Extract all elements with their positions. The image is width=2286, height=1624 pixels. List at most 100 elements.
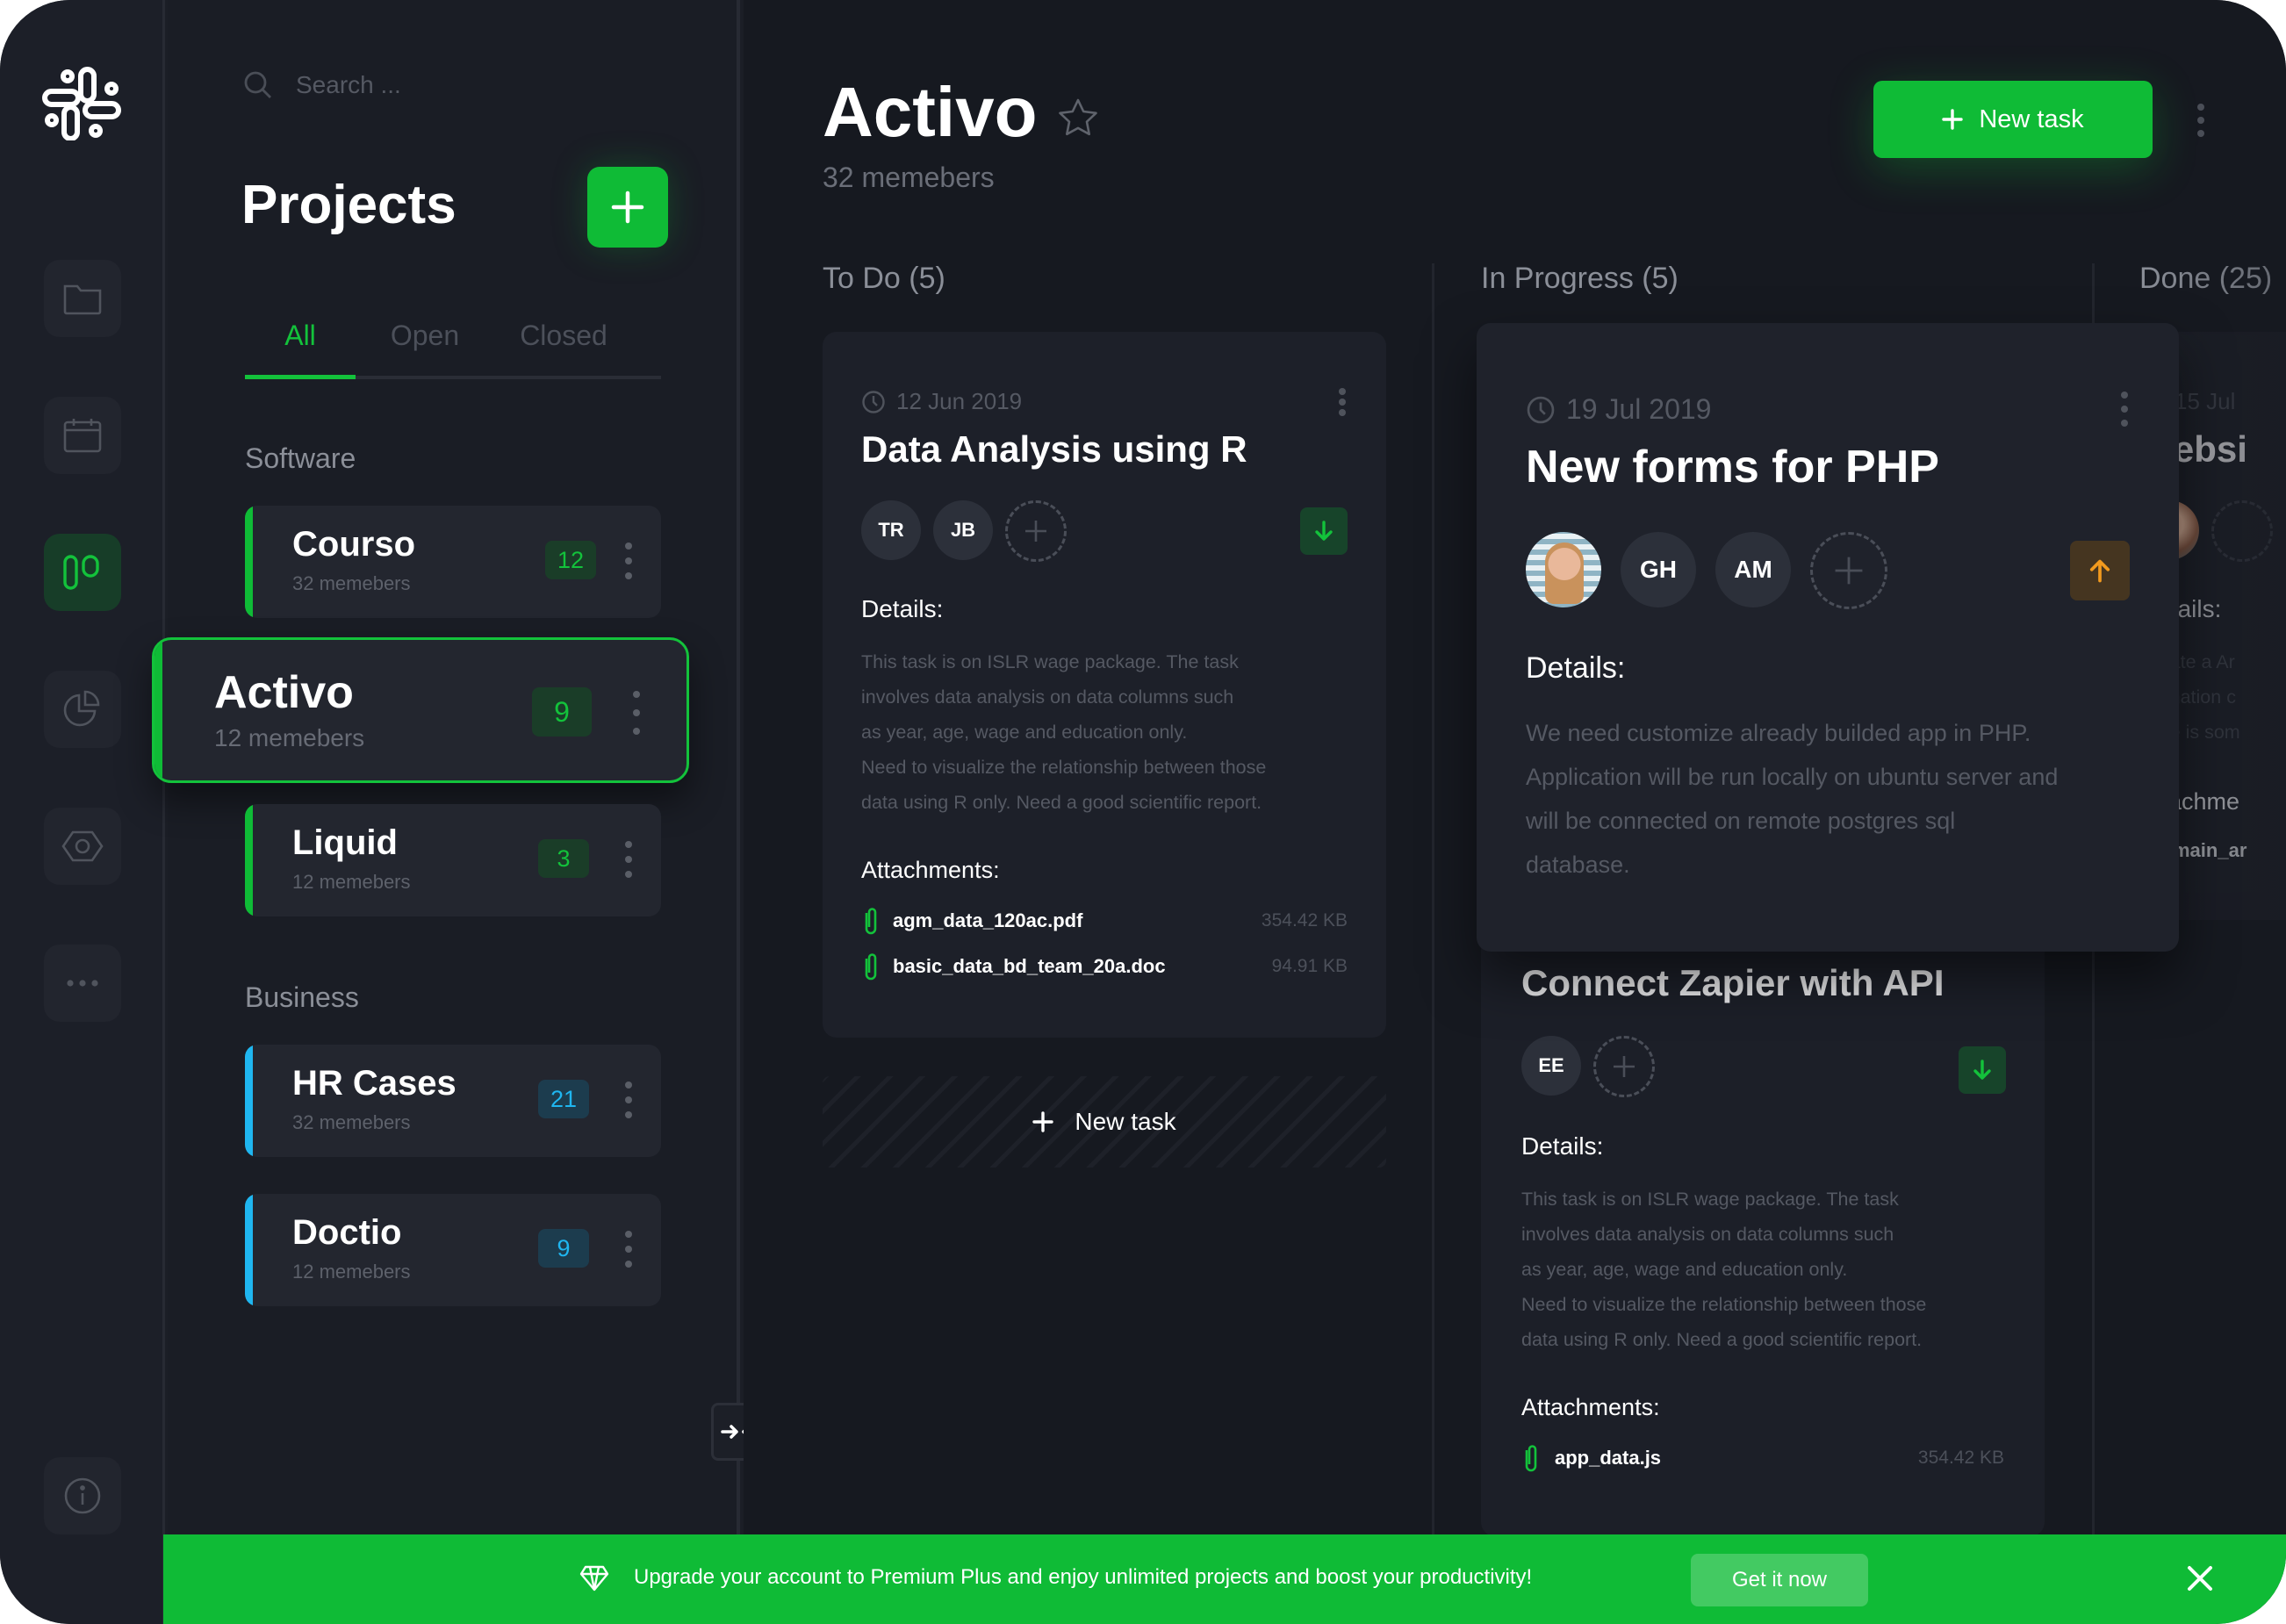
project-menu-button[interactable] [632, 691, 641, 735]
project-name: HR Cases [292, 1064, 456, 1103]
attachment-size: 354.42 KB [1261, 910, 1348, 931]
attachment-name[interactable]: main_ar [2173, 839, 2246, 862]
priority-low-badge[interactable] [1959, 1046, 2006, 1094]
board-menu-button[interactable] [2197, 104, 2206, 137]
search-input[interactable] [296, 71, 559, 99]
task-assignees: EE [1521, 1036, 1655, 1097]
paperclip-icon [865, 953, 877, 981]
search-bar [241, 68, 559, 102]
attachment-size: 94.91 KB [1271, 956, 1348, 976]
column-header-done: Done (25) [2139, 262, 2273, 295]
project-color-bar [245, 804, 253, 916]
project-color-bar [245, 1045, 253, 1157]
task-card-dragging[interactable]: 19 Jul 2019 New forms for PHP GH AM Deta… [1477, 323, 2179, 952]
project-count-badge: 21 [537, 1080, 589, 1118]
project-menu-button[interactable] [624, 543, 633, 579]
plus-icon [611, 190, 644, 224]
priority-high-badge[interactable] [2070, 541, 2130, 600]
add-assignee-button[interactable] [1810, 532, 1887, 609]
project-count-badge: 9 [538, 1229, 589, 1268]
add-assignee-button[interactable] [1593, 1036, 1655, 1097]
project-item-activo[interactable]: Activo 12 memebers 9 [152, 637, 689, 783]
tab-open[interactable]: Open [356, 313, 494, 376]
column-header-in-progress: In Progress (5) [1481, 262, 1679, 295]
project-menu-button[interactable] [624, 1081, 633, 1118]
rail-settings-button[interactable] [44, 808, 121, 885]
group-label-software: Software [245, 442, 356, 474]
avatar[interactable]: TR [861, 500, 921, 560]
attachment-name[interactable]: app_data.js [1555, 1447, 1661, 1470]
attachment-name[interactable]: basic_data_bd_team_20a.doc [893, 955, 1166, 978]
details-label: Details: [861, 595, 944, 622]
project-item-hr-cases[interactable]: HR Cases 32 memebers 21 [245, 1045, 661, 1157]
project-item-courso[interactable]: Courso 32 memebers 12 [245, 506, 661, 618]
task-description: This task is on ISLR wage package. The t… [1521, 1189, 1927, 1350]
tab-all[interactable]: All [245, 313, 356, 379]
attachment-item: app_data.js 354.42 KB [1521, 1443, 2004, 1473]
avatar[interactable]: AM [1715, 532, 1791, 607]
task-menu-button[interactable] [2121, 392, 2130, 427]
rail-folder-button[interactable] [44, 260, 121, 337]
favorite-star-icon[interactable] [1056, 97, 1100, 140]
rail-info-button[interactable] [44, 1457, 121, 1534]
project-item-liquid[interactable]: Liquid 12 memebers 3 [245, 804, 661, 916]
task-assignees: GH AM [1526, 532, 1887, 609]
plus-icon [1614, 1056, 1635, 1077]
project-menu-button[interactable] [624, 1231, 633, 1268]
settings-hex-icon [61, 830, 104, 862]
task-title: New forms for PHP [1526, 442, 1939, 492]
plus-icon [1032, 1111, 1054, 1132]
project-filter-tabs: All Open Closed [245, 313, 661, 379]
project-members: 12 memebers [292, 1261, 411, 1283]
project-name: Doctio [292, 1213, 402, 1252]
project-count-badge: 9 [532, 687, 592, 737]
attachments-label: Attachments: [861, 857, 1000, 883]
project-name: Liquid [292, 823, 398, 862]
rail-calendar-button[interactable] [44, 397, 121, 474]
task-description: We need customize already builded app in… [1526, 720, 2059, 878]
task-card[interactable]: Connect Zapier with API EE Details: This… [1481, 913, 2045, 1536]
rail-reports-button[interactable] [44, 671, 121, 748]
avatar[interactable]: JB [933, 500, 993, 560]
rail-board-button[interactable] [44, 534, 121, 611]
task-title: Data Analysis using R [861, 428, 1247, 470]
arrow-down-icon [1973, 1060, 1991, 1080]
add-assignee-button[interactable] [2211, 500, 2273, 562]
attachment-name[interactable]: agm_data_120ac.pdf [893, 909, 1082, 932]
avatar[interactable]: EE [1521, 1036, 1581, 1096]
avatar-photo[interactable] [1526, 532, 1601, 607]
icon-rail [0, 0, 165, 1624]
add-assignee-button[interactable] [1005, 500, 1067, 562]
arrow-down-icon [1315, 521, 1333, 541]
priority-low-badge[interactable] [1300, 507, 1348, 555]
add-project-button[interactable] [587, 167, 668, 248]
plus-icon [1835, 557, 1863, 585]
project-count-badge: 12 [544, 541, 596, 579]
plus-icon [1025, 521, 1046, 542]
task-card[interactable]: 12 Jun 2019 Data Analysis using R TR JB … [823, 332, 1386, 1038]
project-members: 32 memebers [292, 572, 411, 594]
project-menu-button[interactable] [624, 841, 633, 878]
get-it-now-button[interactable]: Get it now [1691, 1554, 1868, 1606]
rail-more-button[interactable] [44, 945, 121, 1022]
attachment-item: basic_data_bd_team_20a.doc 94.91 KB [861, 952, 1348, 981]
board-member-count: 32 memebers [823, 162, 995, 193]
add-task-dropzone[interactable]: New task [823, 1076, 1386, 1168]
new-task-button[interactable]: New task [1873, 81, 2153, 158]
task-menu-button[interactable] [1339, 388, 1348, 416]
attachment-item: agm_data_120ac.pdf 354.42 KB [861, 906, 1348, 936]
task-date: 19 Jul 2019 [1526, 393, 1711, 426]
project-members: 12 memebers [214, 724, 365, 751]
project-members: 32 memebers [292, 1111, 411, 1133]
avatar[interactable]: GH [1621, 532, 1696, 607]
task-assignees: TR JB [861, 500, 1067, 562]
banner-message: Upgrade your account to Premium Plus and… [579, 1563, 1532, 1592]
close-icon[interactable] [2184, 1563, 2216, 1594]
board-icon [63, 555, 99, 590]
project-item-doctio[interactable]: Doctio 12 memebers 9 [245, 1194, 661, 1306]
search-icon [244, 71, 271, 98]
tab-closed[interactable]: Closed [494, 313, 633, 376]
task-title: Connect Zapier with API [1521, 962, 1945, 1003]
attachments-label: Attachments: [1521, 1394, 1660, 1420]
project-members: 12 memebers [292, 871, 411, 893]
